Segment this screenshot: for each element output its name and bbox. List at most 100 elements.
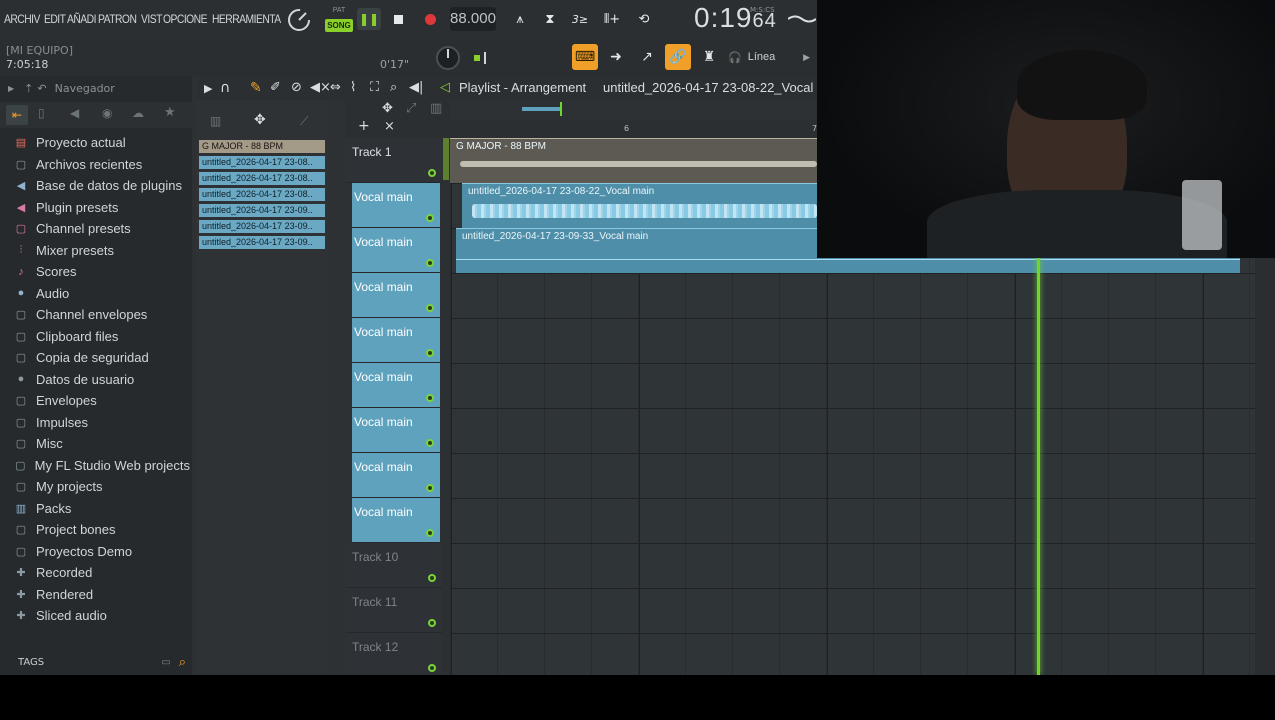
track-active-led-icon[interactable] (426, 439, 434, 447)
track-header[interactable]: Vocal main (352, 318, 440, 363)
browser-item[interactable]: ✚ Rendered (12, 584, 190, 606)
browser-item[interactable]: ● Audio (12, 283, 190, 305)
track-active-led-icon[interactable] (426, 529, 434, 537)
metronome-button[interactable]: ⩚ (508, 8, 532, 30)
picker-audio-clip[interactable]: untitled_2026-04-17 23-09.. (199, 204, 325, 217)
search-icon[interactable]: ⌕ (179, 655, 186, 670)
output-mode-select[interactable]: 🎧 Línea ▶ (728, 45, 810, 69)
delete-icon[interactable]: ⊘ (291, 80, 302, 95)
speaker-icon[interactable]: ◀ (70, 106, 79, 120)
picker-audio-clip[interactable]: untitled_2026-04-17 23-08.. (199, 172, 325, 185)
clip-vocal-1[interactable]: untitled_2026-04-17 23-08-22_Vocal main (462, 183, 817, 228)
cloud-icon[interactable]: ☁ (132, 106, 144, 120)
browser-item[interactable]: ▤ Proyecto actual (12, 132, 190, 154)
playhead[interactable] (1037, 255, 1040, 675)
audio-clip-icon[interactable]: ✥ (254, 112, 266, 128)
track-active-led-icon[interactable] (426, 484, 434, 492)
track-active-led-icon[interactable] (428, 664, 436, 672)
browser-item[interactable]: ▢ My projects (12, 476, 190, 498)
browser-item[interactable]: ▢ Archivos recientes (12, 154, 190, 176)
picker-audio-clip[interactable]: untitled_2026-04-17 23-09.. (199, 220, 325, 233)
browser-item[interactable]: ◀ Base de datos de plugins (12, 175, 190, 197)
pat-label[interactable]: PAT (324, 5, 354, 17)
select-icon[interactable]: ⛶ (370, 80, 379, 95)
browser-item[interactable]: ▢ Impulses (12, 412, 190, 434)
stop-button[interactable] (386, 8, 410, 30)
plugin-icon[interactable]: ◉ (102, 106, 112, 120)
back-icon[interactable]: ↶ (37, 82, 46, 95)
time-display[interactable]: 0:1964 M:S:CS (690, 2, 776, 36)
menu-options[interactable]: OPCIONE (163, 12, 208, 26)
picker-audio-clip[interactable]: untitled_2026-04-17 23-08.. (199, 188, 325, 201)
clip-key-marker[interactable]: G MAJOR - 88 BPM (450, 138, 817, 183)
collapse-icon[interactable]: ▶ (8, 84, 14, 93)
tempo-display[interactable]: 88.000 (450, 7, 496, 31)
all-files-icon[interactable]: ⇤ (6, 105, 28, 125)
browser-item[interactable]: ▢ Misc (12, 433, 190, 455)
remove-track-icon[interactable]: × (384, 119, 395, 134)
track-header[interactable]: Vocal main (352, 408, 440, 453)
menu-add[interactable]: AÑADI (67, 12, 96, 26)
browser-item[interactable]: ▢ Project bones (12, 519, 190, 541)
record-button[interactable] (418, 8, 442, 30)
slip-icon[interactable]: ⇔ (330, 80, 341, 95)
browser-item[interactable]: ▢ Clipboard files (12, 326, 190, 348)
pat-song-toggle[interactable]: PAT SONG (324, 5, 354, 33)
track-active-led-icon[interactable] (428, 619, 436, 627)
browser-item[interactable]: ▢ Channel presets (12, 218, 190, 240)
wait-input-button[interactable]: ⧗ (538, 8, 562, 30)
browser-item[interactable]: ▢ Copia de seguridad (12, 347, 190, 369)
menu-view[interactable]: VIST (141, 12, 162, 26)
track-scrollbar[interactable] (442, 138, 450, 675)
menu-patterns[interactable]: PATRON (98, 12, 137, 26)
add-track-icon[interactable]: + (358, 118, 370, 134)
browser-item[interactable]: ◀ Plugin presets (12, 197, 190, 219)
track-header[interactable]: Track 1 (346, 138, 442, 183)
automation-icon[interactable]: ⟋ (300, 114, 308, 129)
paint-icon[interactable]: ✐ (270, 80, 281, 95)
track-header[interactable]: Vocal main (352, 363, 440, 408)
track-header[interactable]: Vocal main (352, 273, 440, 318)
file-icon[interactable]: ▯ (38, 106, 45, 120)
browser-item[interactable]: ✚ Sliced audio (12, 605, 190, 627)
mute-icon[interactable]: ◀× (310, 80, 331, 95)
overview-scroller[interactable] (516, 102, 576, 116)
track-header[interactable]: Vocal main (352, 183, 440, 228)
track-active-led-icon[interactable] (426, 394, 434, 402)
master-slider[interactable] (474, 48, 504, 68)
pattern-icon[interactable]: ▥ (210, 114, 221, 128)
browser-item[interactable]: ✚ Recorded (12, 562, 190, 584)
track-header[interactable]: Vocal main (352, 498, 440, 543)
mixer-button[interactable]: ♜ (696, 44, 722, 70)
track-curve-icon[interactable]: ⤢ (406, 101, 416, 116)
scroll-thumb[interactable] (443, 138, 449, 180)
zoom-icon[interactable]: ⌕ (390, 80, 397, 95)
playlist-breadcrumb[interactable]: untitled_2026-04-17 23-08-22_Vocal m (603, 80, 817, 95)
track-header[interactable]: Vocal main (352, 228, 440, 273)
pencil-icon[interactable]: ✎ (250, 80, 262, 96)
track-header[interactable]: Track 12 (346, 633, 442, 675)
menu-file[interactable]: ARCHIV (4, 12, 40, 26)
browser-item[interactable]: ⫶ Mixer presets (12, 240, 190, 262)
countdown-button[interactable]: 3≥ (568, 8, 592, 30)
browser-item[interactable]: ▥ Packs (12, 498, 190, 520)
menu-tools[interactable]: HERRAMIENTA (212, 12, 281, 26)
snap-arrow-button[interactable]: ➜ (603, 44, 629, 70)
track-header[interactable]: Track 10 (346, 543, 442, 588)
track-active-led-icon[interactable] (426, 214, 434, 222)
pause-button[interactable]: ❚❚ (357, 8, 381, 30)
pencil-tool-button[interactable]: ↗ (634, 44, 660, 70)
browser-item[interactable]: ♪ Scores (12, 261, 190, 283)
play-triangle-icon[interactable]: ▶ (204, 82, 212, 95)
picker-key-marker[interactable]: G MAJOR - 88 BPM (199, 140, 325, 153)
step-edit-button[interactable]: ⫴+ (600, 8, 624, 30)
typing-keyboard-button[interactable]: ⌨ (572, 44, 598, 70)
track-active-led-icon[interactable] (426, 259, 434, 267)
playback-icon[interactable]: ◀| (409, 80, 423, 95)
slice-icon[interactable]: ⌇ (350, 80, 356, 95)
track-active-led-icon[interactable] (426, 304, 434, 312)
track-active-led-icon[interactable] (426, 349, 434, 357)
song-label[interactable]: SONG (325, 19, 353, 32)
loop-record-button[interactable]: ⟲ (632, 8, 656, 30)
picker-audio-clip[interactable]: untitled_2026-04-17 23-09.. (199, 236, 325, 249)
